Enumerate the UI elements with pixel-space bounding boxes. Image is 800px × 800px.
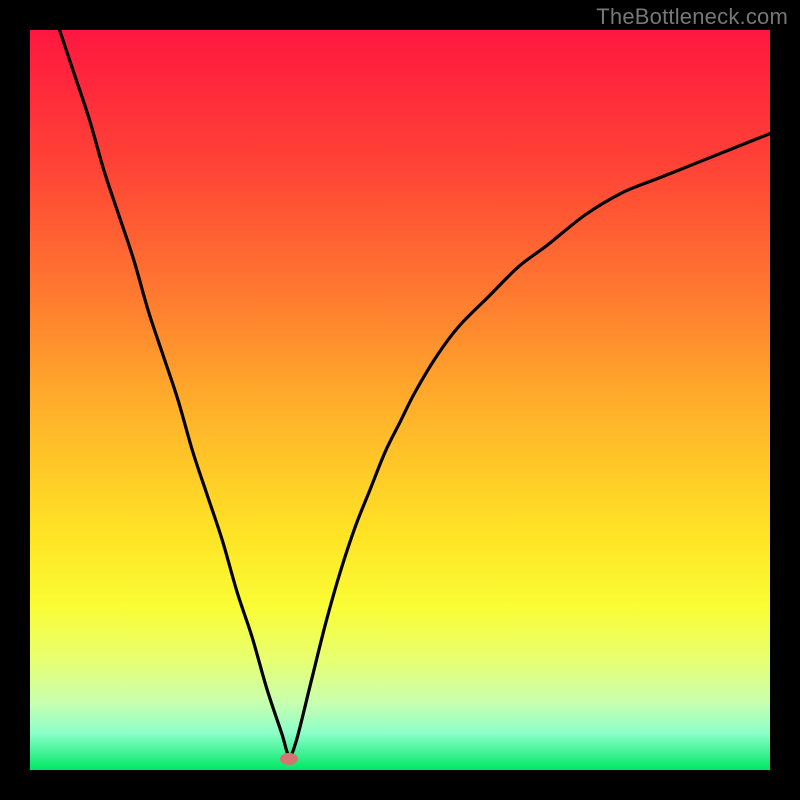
bottleneck-chart xyxy=(30,30,770,770)
chart-background xyxy=(30,30,770,770)
optimal-point-marker xyxy=(280,753,298,765)
watermark-text: TheBottleneck.com xyxy=(596,4,788,30)
chart-frame xyxy=(30,30,770,770)
